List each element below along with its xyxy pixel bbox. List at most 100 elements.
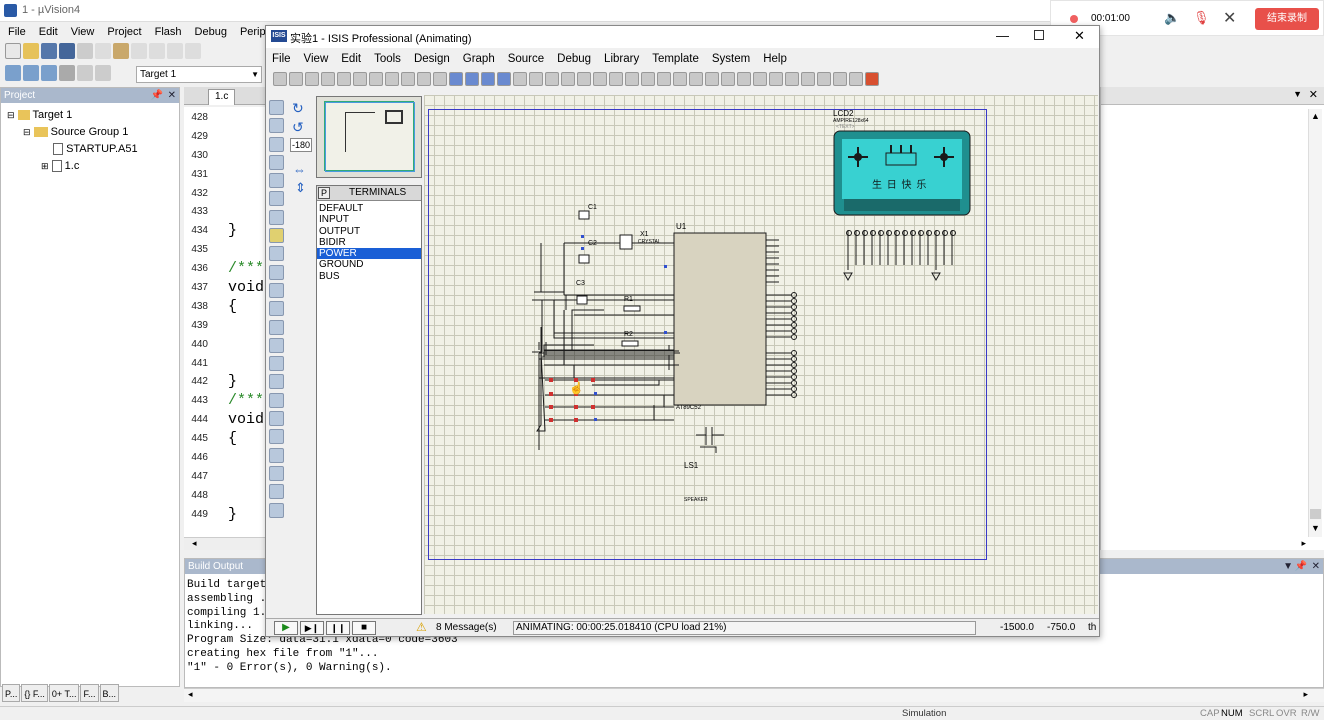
keil-menu-project[interactable]: Project: [107, 26, 141, 38]
block-rotate-icon[interactable]: [625, 72, 639, 86]
output-hscroll[interactable]: ◂ ▸: [184, 688, 1324, 702]
speaker-icon[interactable]: 🔈: [1164, 10, 1180, 26]
isis-menu-debug[interactable]: Debug: [557, 53, 591, 65]
open-icon[interactable]: [289, 72, 303, 86]
pause-button[interactable]: ❙❙: [326, 621, 350, 635]
isis-menu-edit[interactable]: Edit: [341, 53, 361, 65]
refresh-icon[interactable]: [385, 72, 399, 86]
messages-count[interactable]: 8 Message(s): [436, 622, 497, 633]
text-script-icon[interactable]: [269, 173, 284, 189]
pane-close-icon[interactable]: ✕: [1312, 559, 1320, 574]
tab-functions[interactable]: {} F...: [21, 684, 48, 702]
isis-menu-template[interactable]: Template: [652, 53, 699, 65]
tree-item-target[interactable]: ⊟ Target 1: [7, 107, 179, 124]
make-device-icon[interactable]: [673, 72, 687, 86]
code-editor[interactable]: 428 429 430 431 432 433 434 435 436 437 438 439 440 4…: [184, 107, 266, 539]
bom-icon[interactable]: [817, 72, 831, 86]
close-icon[interactable]: ✕: [1223, 8, 1236, 28]
marker-2d-icon[interactable]: [269, 502, 284, 518]
graph-icon[interactable]: [269, 264, 284, 280]
file-tab-1c[interactable]: 1.c: [208, 89, 236, 105]
schematic-canvas[interactable]: LCD2 AMPIRE128x64 <TEXT> 生 日 快 乐 U1 AT89…: [424, 95, 1098, 614]
cut-icon[interactable]: [77, 43, 93, 59]
packaging-icon[interactable]: [689, 72, 703, 86]
nav-back-icon[interactable]: [167, 43, 183, 59]
pane-menu-icon[interactable]: ▼: [1283, 559, 1293, 574]
block-delete-icon[interactable]: [641, 72, 655, 86]
print-area-icon[interactable]: [369, 72, 383, 86]
terminal-item[interactable]: GROUND: [317, 259, 421, 270]
wire-label-icon[interactable]: [269, 154, 284, 170]
redo-icon[interactable]: [149, 43, 165, 59]
close-icon[interactable]: ✕: [1074, 28, 1085, 44]
keil-menu-file[interactable]: File: [8, 26, 26, 38]
virtual-instrument-icon[interactable]: [269, 356, 284, 372]
tree-item-1c[interactable]: ⊞ 1.c: [7, 158, 179, 175]
save-icon[interactable]: [305, 72, 319, 86]
zoom-all-icon[interactable]: [481, 72, 495, 86]
wire-autorouter-icon[interactable]: [721, 72, 735, 86]
zoom-in-icon[interactable]: [449, 72, 463, 86]
tape-recorder-icon[interactable]: [269, 282, 284, 298]
stop-build-icon[interactable]: [77, 65, 93, 81]
generator-icon[interactable]: [269, 301, 284, 317]
terminal-item[interactable]: INPUT: [317, 214, 421, 225]
pane-close-icon[interactable]: ✕: [168, 88, 176, 103]
electrical-check-icon[interactable]: [849, 72, 863, 86]
junction-icon[interactable]: [269, 136, 284, 152]
keil-menu-debug[interactable]: Debug: [195, 26, 227, 38]
editor-vscroll[interactable]: ▲ ▼: [1308, 109, 1322, 537]
rebuild-icon[interactable]: [41, 65, 57, 81]
isis-menu-file[interactable]: File: [272, 53, 291, 65]
rotate-cw-icon[interactable]: ↻: [292, 100, 304, 117]
step-button[interactable]: ▶❙: [300, 621, 324, 635]
new-file-icon[interactable]: [5, 43, 21, 59]
overview-window[interactable]: [316, 96, 422, 178]
box-2d-icon[interactable]: [269, 392, 284, 408]
keil-menu-peripherals[interactable]: Peripherals: [240, 26, 268, 38]
undo-icon[interactable]: [513, 72, 527, 86]
scroll-left-icon[interactable]: ◂: [188, 689, 193, 700]
block-copy-icon[interactable]: [593, 72, 607, 86]
mic-muted-icon[interactable]: 🎙: [1193, 10, 1210, 26]
subcircuit-icon[interactable]: [269, 209, 284, 225]
cut-icon[interactable]: [545, 72, 559, 86]
terminal-item[interactable]: BIDIR: [317, 237, 421, 248]
remove-sheet-icon[interactable]: [785, 72, 799, 86]
rotation-angle-field[interactable]: -180: [290, 138, 312, 152]
scroll-right-icon[interactable]: ▸: [1303, 689, 1308, 700]
isis-menu-source[interactable]: Source: [508, 53, 544, 65]
terminal-item[interactable]: BUS: [317, 271, 421, 282]
select-mode-icon[interactable]: [269, 100, 284, 115]
current-probe-icon[interactable]: [269, 337, 284, 353]
isis-menu-tools[interactable]: Tools: [374, 53, 401, 65]
undo-icon[interactable]: [131, 43, 147, 59]
block-move-icon[interactable]: [609, 72, 623, 86]
arc-2d-icon[interactable]: [269, 429, 284, 445]
search-icon[interactable]: [737, 72, 751, 86]
voltage-probe-icon[interactable]: [269, 319, 284, 335]
scroll-down-icon[interactable]: ▼: [1311, 523, 1320, 533]
symbol-2d-icon[interactable]: [269, 484, 284, 500]
stop-button[interactable]: ■: [352, 621, 376, 635]
isis-menu-graph[interactable]: Graph: [463, 53, 495, 65]
pan-icon[interactable]: [433, 72, 447, 86]
save-all-icon[interactable]: [59, 43, 75, 59]
copy-icon[interactable]: [561, 72, 575, 86]
copy-icon[interactable]: [95, 43, 111, 59]
scroll-left-icon[interactable]: ◂: [192, 538, 197, 549]
goto-sheet-icon[interactable]: [801, 72, 815, 86]
line-2d-icon[interactable]: [269, 374, 284, 390]
nav-forward-icon[interactable]: [185, 43, 201, 59]
netlist-icon[interactable]: [833, 72, 847, 86]
editor-close-icon[interactable]: ✕: [1309, 88, 1318, 101]
terminal-icon[interactable]: [269, 228, 284, 244]
play-button[interactable]: ▶: [274, 621, 298, 635]
tab-scroll-down-icon[interactable]: ▼: [1293, 89, 1302, 99]
scroll-thumb[interactable]: [1310, 509, 1321, 519]
redo-icon[interactable]: [529, 72, 543, 86]
circle-2d-icon[interactable]: [269, 411, 284, 427]
terminal-item[interactable]: OUTPUT: [317, 226, 421, 237]
isis-menu-system[interactable]: System: [712, 53, 750, 65]
print-icon[interactable]: [353, 72, 367, 86]
